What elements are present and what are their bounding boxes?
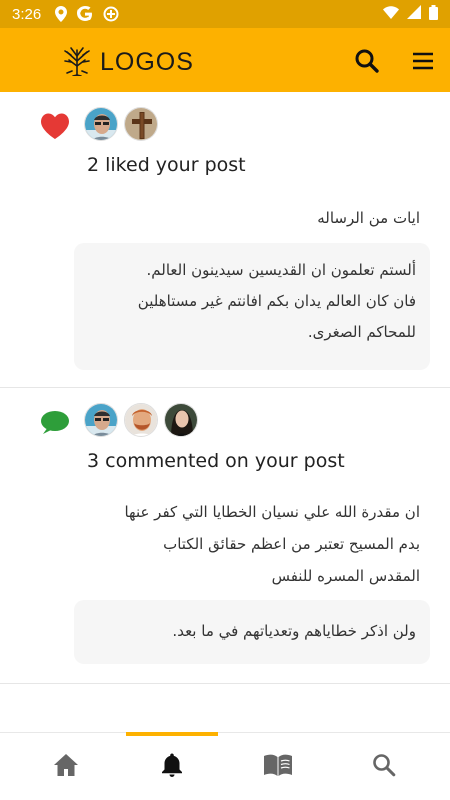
status-time: 3:26	[12, 5, 42, 23]
avatar-group	[84, 403, 198, 437]
notifications-icon	[160, 752, 184, 782]
app-bar: LOGOS	[0, 28, 450, 92]
nav-bible[interactable]	[232, 733, 324, 800]
search-icon[interactable]	[354, 48, 380, 74]
logo[interactable]: LOGOS	[62, 44, 194, 80]
bottom-navigation	[0, 732, 450, 800]
post-text: ايات من الرساله	[317, 209, 420, 227]
signal-icon	[407, 5, 421, 23]
nav-home[interactable]	[20, 733, 112, 800]
avatar-man-glasses[interactable]	[84, 403, 118, 437]
notification-headline: 2 liked your post	[87, 154, 246, 176]
battery-icon	[429, 4, 438, 24]
avatar-group	[84, 107, 158, 141]
menu-icon[interactable]	[410, 48, 436, 74]
avatar-man-glasses[interactable]	[84, 107, 118, 141]
heart-icon	[40, 112, 70, 140]
data-saver-icon	[103, 6, 119, 22]
notification-card-comment[interactable]: 3 commented on your post ان مقدرة الله ع…	[0, 388, 450, 684]
comment-bubble-icon	[40, 410, 70, 438]
nav-notifications[interactable]	[126, 733, 218, 800]
search-icon	[372, 753, 396, 781]
quote-line: للمحاكم الصغرى.	[307, 323, 416, 341]
quote-line: فان كان العالم يدان بكم افانتم غير مستاه…	[137, 292, 416, 310]
post-quote[interactable]: ولن اذكر خطاياهم وتعدياتهم في ما بعد.	[74, 600, 430, 664]
post-text-line: المقدس المسره للنفس	[271, 567, 420, 585]
post-text: ان مقدرة الله علي نسيان الخطايا التي كفر…	[70, 496, 420, 592]
notification-card-like[interactable]: 2 liked your post ايات من الرساله ألستم …	[0, 92, 450, 388]
quote-line: ولن اذكر خطاياهم وتعدياتهم في ما بعد.	[172, 622, 416, 640]
book-icon	[263, 753, 293, 781]
avatar-woman[interactable]	[164, 403, 198, 437]
home-icon	[53, 753, 79, 781]
logo-text: LOGOS	[100, 47, 194, 76]
avatar-man-beard[interactable]	[124, 403, 158, 437]
quote-line: ألستم تعلمون ان القديسين سيدينون العالم.	[146, 261, 416, 279]
post-text-line: بدم المسيح تعتبر من اعظم حقائق الكتاب	[163, 535, 420, 553]
tree-icon	[62, 44, 92, 80]
status-bar: 3:26	[0, 0, 450, 28]
avatar-cross[interactable]	[124, 107, 158, 141]
google-icon	[77, 6, 93, 22]
nav-search[interactable]	[338, 733, 430, 800]
notification-headline: 3 commented on your post	[87, 450, 345, 472]
location-icon	[55, 6, 68, 22]
wifi-icon	[383, 5, 399, 23]
post-text-line: ان مقدرة الله علي نسيان الخطايا التي كفر…	[124, 503, 420, 521]
post-quote[interactable]: ألستم تعلمون ان القديسين سيدينون العالم.…	[74, 243, 430, 370]
